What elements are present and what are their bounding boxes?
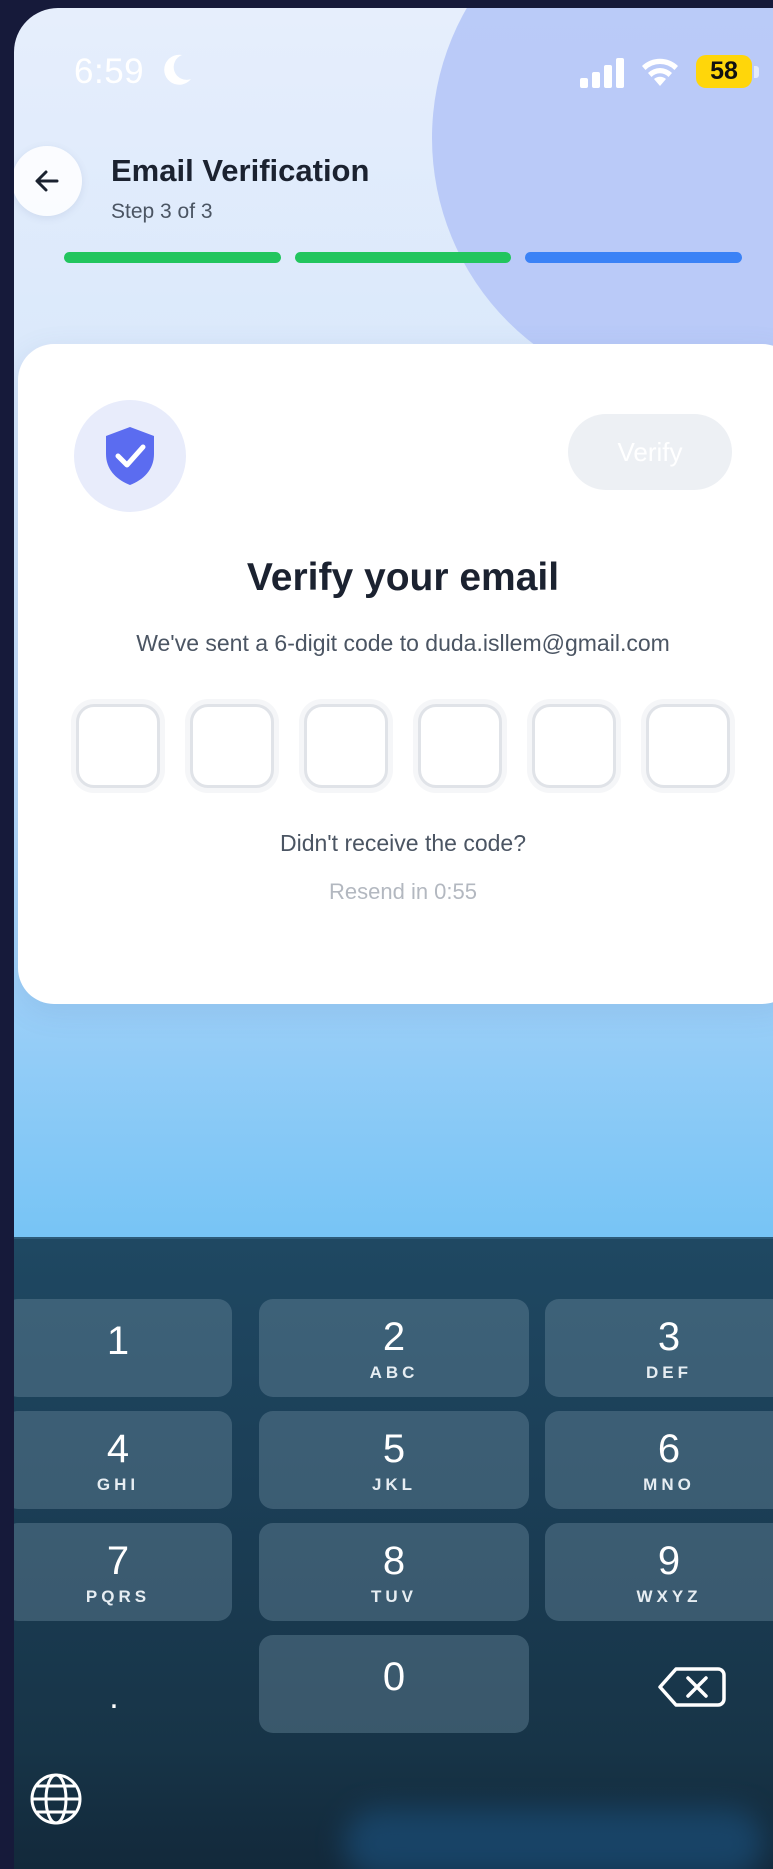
- progress-segment-3: [525, 252, 743, 263]
- key-3[interactable]: 3 DEF: [545, 1299, 773, 1397]
- key-7[interactable]: 7 PQRS: [14, 1523, 232, 1621]
- phone-screen: 6:59 58 Email Verification Step 3 of 3 V…: [14, 8, 773, 1869]
- key-9[interactable]: 9 WXYZ: [545, 1523, 773, 1621]
- key-digit: 5: [382, 1427, 406, 1471]
- key-letters: TUV: [371, 1587, 417, 1606]
- key-digit: 9: [657, 1539, 681, 1583]
- key-digit: 3: [657, 1315, 681, 1359]
- otp-digit-input[interactable]: [646, 704, 730, 788]
- key-letters: WXYZ: [636, 1587, 702, 1606]
- wifi-icon: [642, 58, 678, 86]
- backspace-icon[interactable]: [654, 1657, 728, 1717]
- key-letters: PQRS: [85, 1587, 151, 1606]
- key-digit: 7: [106, 1539, 130, 1583]
- moon-icon: [164, 54, 191, 85]
- key-letters: MNO: [643, 1475, 695, 1494]
- numeric-keyboard: 1 2 ABC 3 DEF 4 GHI 5 JKL 6 MNO 7 PQRS 8 TUV 9 WXYZ 0 .: [14, 1237, 773, 1869]
- otp-digit-input[interactable]: [190, 704, 274, 788]
- key-1[interactable]: 1: [14, 1299, 232, 1397]
- key-digit: 6: [657, 1427, 681, 1471]
- verification-card: Verify Verify your email We've sent a 6-…: [18, 344, 773, 1004]
- key-6[interactable]: 6 MNO: [545, 1411, 773, 1509]
- key-4[interactable]: 4 GHI: [14, 1411, 232, 1509]
- progress-segment-1: [64, 252, 281, 263]
- otp-digit-input[interactable]: [418, 704, 502, 788]
- resend-question: Didn't receive the code?: [279, 830, 527, 856]
- suggestion-bar: [14, 1709, 773, 1799]
- key-letters: GHI: [96, 1475, 140, 1494]
- key-digit: 4: [106, 1427, 130, 1471]
- card-subtitle: We've sent a 6-digit code to duda.isllem…: [136, 630, 670, 656]
- otp-digit-input[interactable]: [532, 704, 616, 788]
- key-digit: 8: [382, 1539, 406, 1583]
- step-progress-bar: [64, 252, 743, 264]
- key-letters: JKL: [371, 1475, 417, 1494]
- shield-check-icon: [106, 427, 154, 485]
- otp-input-group: [76, 704, 736, 790]
- back-button[interactable]: [14, 146, 82, 216]
- battery-cap: [754, 66, 759, 78]
- key-letters: ABC: [369, 1363, 419, 1382]
- key-2[interactable]: 2 ABC: [259, 1299, 529, 1397]
- otp-digit-input[interactable]: [304, 704, 388, 788]
- key-digit: 0: [382, 1655, 406, 1699]
- page-title: Email Verification: [111, 153, 370, 188]
- card-title: Verify your email: [246, 556, 560, 599]
- otp-digit-input[interactable]: [76, 704, 160, 788]
- status-bar: 6:59 58: [14, 8, 773, 128]
- progress-segment-2: [294, 252, 512, 263]
- resend-timer: Resend in 0:55: [329, 879, 477, 904]
- shield-badge: [74, 400, 186, 512]
- battery-indicator: 58: [696, 55, 752, 88]
- step-indicator: Step 3 of 3: [111, 200, 213, 223]
- home-indicator-glow: [344, 1809, 764, 1869]
- verify-button[interactable]: Verify: [568, 414, 732, 490]
- globe-icon[interactable]: [28, 1771, 84, 1827]
- key-digit: 2: [382, 1315, 406, 1359]
- key-digit: 1: [106, 1319, 130, 1363]
- key-letters: DEF: [646, 1363, 692, 1382]
- back-arrow-icon: [35, 170, 59, 192]
- key-8[interactable]: 8 TUV: [259, 1523, 529, 1621]
- status-time: 6:59: [74, 52, 145, 91]
- signal-icon: [580, 58, 624, 88]
- key-5[interactable]: 5 JKL: [259, 1411, 529, 1509]
